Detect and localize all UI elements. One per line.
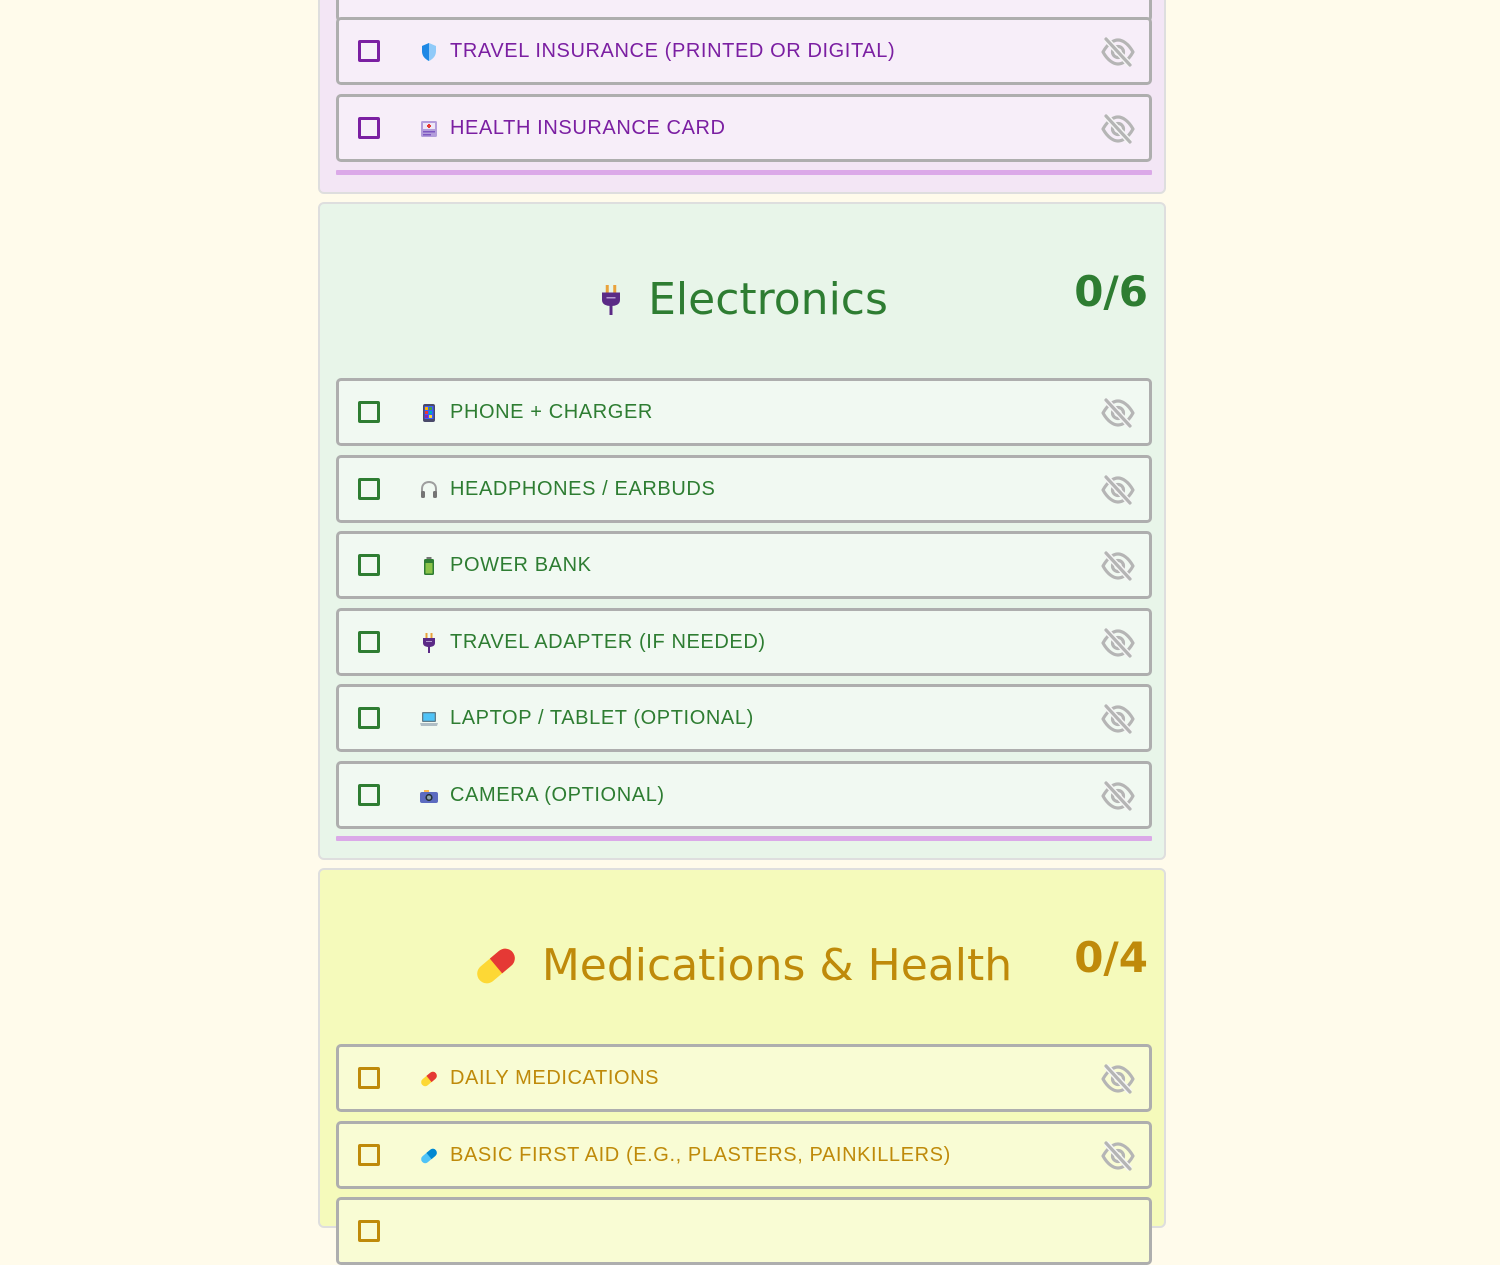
item-label: Health insurance card xyxy=(450,117,726,139)
eye-off-icon[interactable] xyxy=(1101,551,1135,581)
section-count: 0/4 xyxy=(1074,933,1148,982)
eye-off-icon[interactable] xyxy=(1101,628,1135,658)
eye-off-icon[interactable] xyxy=(1101,1064,1135,1094)
checkbox[interactable] xyxy=(358,40,380,62)
pill-icon xyxy=(419,1069,439,1089)
battery-icon xyxy=(419,556,439,576)
checkbox[interactable] xyxy=(358,1144,380,1166)
item-label: Headphones / earbuds xyxy=(450,478,716,500)
section-header: Medications & Health 0/4 xyxy=(320,870,1164,1045)
list-item[interactable]: Daily medications xyxy=(336,1044,1152,1112)
eye-off-icon[interactable] xyxy=(1101,398,1135,428)
laptop-icon xyxy=(419,709,439,729)
eye-off-icon[interactable] xyxy=(1101,781,1135,811)
checkbox[interactable] xyxy=(358,1220,380,1242)
headphones-icon xyxy=(419,480,439,500)
item-label: Daily medications xyxy=(450,1067,660,1089)
list-item[interactable]: Travel adapter (if needed) xyxy=(336,608,1152,676)
list-item[interactable]: Power bank xyxy=(336,531,1152,599)
section-divider xyxy=(336,836,1152,841)
checkbox[interactable] xyxy=(358,117,380,139)
list-item[interactable]: Laptop / tablet (optional) xyxy=(336,684,1152,752)
section-medications: Medications & Health 0/4 Daily medicatio… xyxy=(318,868,1166,1265)
list-item[interactable]: Basic first aid (e.g., plasters, painkil… xyxy=(336,1121,1152,1189)
checkbox[interactable] xyxy=(358,554,380,576)
checkbox[interactable] xyxy=(358,1067,380,1089)
section-divider xyxy=(336,170,1152,175)
section-electronics: Electronics 0/6 Phone + charger Headphon… xyxy=(318,202,1166,860)
checkbox[interactable] xyxy=(358,401,380,423)
section-title: Medications & Health xyxy=(320,938,1164,992)
section-count: 0/6 xyxy=(1074,267,1148,316)
list-item[interactable] xyxy=(336,1197,1152,1265)
eye-off-icon[interactable] xyxy=(1101,704,1135,734)
checkbox[interactable] xyxy=(358,784,380,806)
pill-icon xyxy=(472,942,520,990)
checkbox[interactable] xyxy=(358,707,380,729)
eye-off-icon[interactable] xyxy=(1101,475,1135,505)
section-header: Electronics 0/6 xyxy=(320,204,1164,379)
section-documents: Travel insurance (printed or digital) He… xyxy=(318,0,1166,194)
item-label: Travel insurance (printed or digital) xyxy=(450,40,896,62)
plug-icon xyxy=(596,277,626,323)
list-item[interactable]: Health insurance card xyxy=(336,94,1152,162)
camera-icon xyxy=(419,786,439,806)
phone-icon xyxy=(419,403,439,423)
id-card-icon xyxy=(419,119,439,139)
list-item[interactable]: Phone + charger xyxy=(336,378,1152,446)
shield-icon xyxy=(419,42,439,62)
item-label: Travel adapter (if needed) xyxy=(450,631,766,653)
plug-icon xyxy=(419,633,439,653)
eye-off-icon[interactable] xyxy=(1101,114,1135,144)
list-item[interactable]: Camera (optional) xyxy=(336,761,1152,829)
checkbox[interactable] xyxy=(358,631,380,653)
list-item[interactable]: Headphones / earbuds xyxy=(336,455,1152,523)
item-label: Power bank xyxy=(450,554,592,576)
item-label: Laptop / tablet (optional) xyxy=(450,707,754,729)
eye-off-icon[interactable] xyxy=(1101,37,1135,67)
item-label: Camera (optional) xyxy=(450,784,665,806)
checkbox[interactable] xyxy=(358,478,380,500)
item-label: Phone + charger xyxy=(450,401,653,423)
capsule-icon xyxy=(419,1146,439,1166)
eye-off-icon[interactable] xyxy=(1101,1141,1135,1171)
item-label: Basic first aid (e.g., plasters, painkil… xyxy=(450,1144,951,1166)
section-title: Electronics xyxy=(320,272,1164,326)
list-item[interactable]: Travel insurance (printed or digital) xyxy=(336,17,1152,85)
